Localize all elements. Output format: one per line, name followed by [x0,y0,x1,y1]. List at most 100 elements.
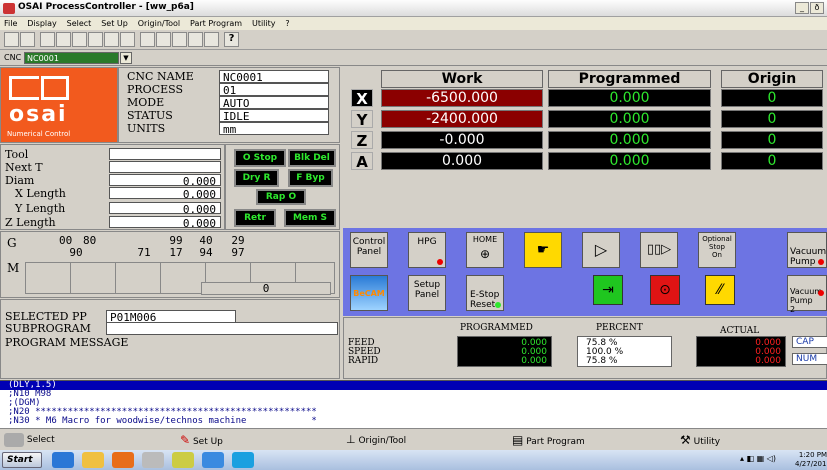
vacuum2-status-icon [818,290,824,296]
setup-panel-button[interactable]: Setup Panel [408,275,446,311]
chart-icon[interactable] [104,32,119,47]
retr-button[interactable]: Retr [234,209,276,227]
estop-status-icon [495,302,501,308]
origin-tool-label: Origin/Tool [358,436,407,446]
blkdel-button[interactable]: Blk Del [288,149,336,167]
tray-icons[interactable]: ▴ ◧ ▦ ◁) [740,454,776,463]
select-icon [4,432,24,447]
menu-select[interactable]: Select [67,19,92,28]
code-line-5[interactable]: ;N30 * M6 Macro for woodwise/technos mac… [0,417,827,426]
ie-icon[interactable] [52,452,74,468]
cnc-name-value: NC0001 [219,70,329,84]
gm-codes-panel: G 00 80 99 40 29 90 71 17 94 97 M 0 [0,231,340,298]
rapid-actual: 0.000 [755,356,781,366]
cycle-start-icon[interactable]: ▯▯▷ [640,232,678,268]
stop-icon[interactable] [188,32,203,47]
load-program-icon[interactable]: ⇥ [593,275,623,305]
vacuum-pump-button[interactable]: Vacuum Pump [787,232,827,268]
remote-icon[interactable] [202,452,224,468]
clock[interactable]: 1:20 PM 4/27/2017 [795,451,827,469]
menu-setup[interactable]: Set Up [101,19,128,28]
g-code-2: 80 [83,235,117,248]
toolbar: ? [0,30,827,50]
feed-panel: PROGRAMMED PERCENT ACTUAL FEED SPEED RAP… [343,317,827,379]
skype-icon[interactable] [232,452,254,468]
ostop-button[interactable]: O Stop [234,149,286,167]
axis-y-programmed: 0.000 [548,110,711,128]
control-panel-button[interactable]: Control Panel [350,232,388,268]
m-label: M [7,261,20,275]
axis-a-work: 0.000 [381,152,543,170]
diam-label: Diam [5,174,35,187]
menu-origin-tool[interactable]: Origin/Tool [138,19,180,28]
estop-reset-button[interactable]: E-Stop Reset [466,275,504,311]
osai-app-icon[interactable] [172,452,194,468]
cnc-bar: CNC NC0001 ▼ [0,50,827,66]
cnc-select[interactable]: NC0001 [24,52,119,64]
stop-program-icon[interactable]: ⊙ [650,275,680,305]
home-button[interactable]: HOME ⊕ [466,232,504,268]
vacuum-status-icon [818,259,824,265]
rapid-label: RAPID [348,356,379,366]
select-button[interactable]: Select [4,431,55,449]
reset-icon[interactable]: ⁄⁄ [705,275,735,305]
search-icon[interactable] [20,32,35,47]
menu-utility[interactable]: Utility [252,19,276,28]
hpg-status-icon [437,259,443,265]
measure-icon[interactable] [120,32,135,47]
vacuum-pump2-button[interactable]: Vacuum Pump 2 [787,275,827,314]
jog-hand-icon[interactable]: ☛ [524,232,562,268]
g-code-8: 90 [59,247,93,260]
program-code-view[interactable]: (DLY,1.5) ;N10 M98 ;(DGM) ;N20 *********… [0,380,827,428]
help-icon[interactable]: ? [224,32,239,47]
program-panel: SELECTED PP P01M006 SUBPROGRAM PROGRAM M… [0,299,340,379]
tool-icon[interactable] [88,32,103,47]
menu-part-program[interactable]: Part Program [190,19,242,28]
axis-y-work: -2400.000 [381,110,543,128]
utility-button[interactable]: ⚒ Utility [680,431,720,449]
edit-icon[interactable] [40,32,55,47]
dryr-button[interactable]: Dry R [234,169,279,187]
code-line-2[interactable]: ;N10 M98 [0,390,827,399]
tool-panel: Tool Next T Diam 0.000 X Length 0.000 Y … [0,144,225,230]
axis-y-label: Y [351,110,373,129]
origin-header: Origin [721,70,823,88]
origin-tool-button[interactable]: ⊥ Origin/Tool [346,431,406,449]
setup-button[interactable]: ✎ Set Up [180,431,223,449]
menu-help[interactable]: ? [285,19,289,28]
becam-button[interactable]: BeCAM [350,275,388,311]
programmed-header: Programmed [548,70,711,88]
folder-icon[interactable] [204,32,219,47]
taskbar: Start ▴ ◧ ▦ ◁) 1:20 PM 4/27/2017 [0,450,827,470]
chevron-down-icon[interactable]: ▼ [120,52,132,64]
program-icon[interactable] [156,32,171,47]
optional-stop-button[interactable]: Optional Stop On [698,232,736,268]
start-button[interactable]: Start [2,452,42,468]
zoom-icon[interactable] [140,32,155,47]
menu-display[interactable]: Display [27,19,57,28]
media-icon[interactable] [112,452,134,468]
part-program-button[interactable]: ▤ Part Program [512,431,585,449]
next-tool-label: Next T [5,161,43,174]
process-value: 01 [219,83,329,97]
num-indicator: NUM [792,353,827,365]
hpg-button[interactable]: HPG [408,232,446,268]
table-icon[interactable] [56,32,71,47]
step-forward-icon[interactable]: ▷ [582,232,620,268]
rapo-button[interactable]: Rap O [256,189,306,205]
restore-button[interactable]: ð [810,2,824,14]
tool-app-icon[interactable] [142,452,164,468]
explorer-icon[interactable] [82,452,104,468]
minimize-button[interactable]: _ [795,2,809,14]
tool-value [109,148,221,160]
grid-icon[interactable] [72,32,87,47]
fbyp-button[interactable]: F Byp [288,169,333,187]
code-line-1[interactable]: (DLY,1.5) [0,381,827,390]
mems-button[interactable]: Mem S [284,209,336,227]
menu-file[interactable]: File [4,19,17,28]
cycle-icon[interactable] [172,32,187,47]
monitor-icon[interactable] [4,32,19,47]
cnc-name-label: CNC NAME [127,70,194,83]
app-icon [3,3,15,14]
y-length-label: Y Length [15,202,66,215]
